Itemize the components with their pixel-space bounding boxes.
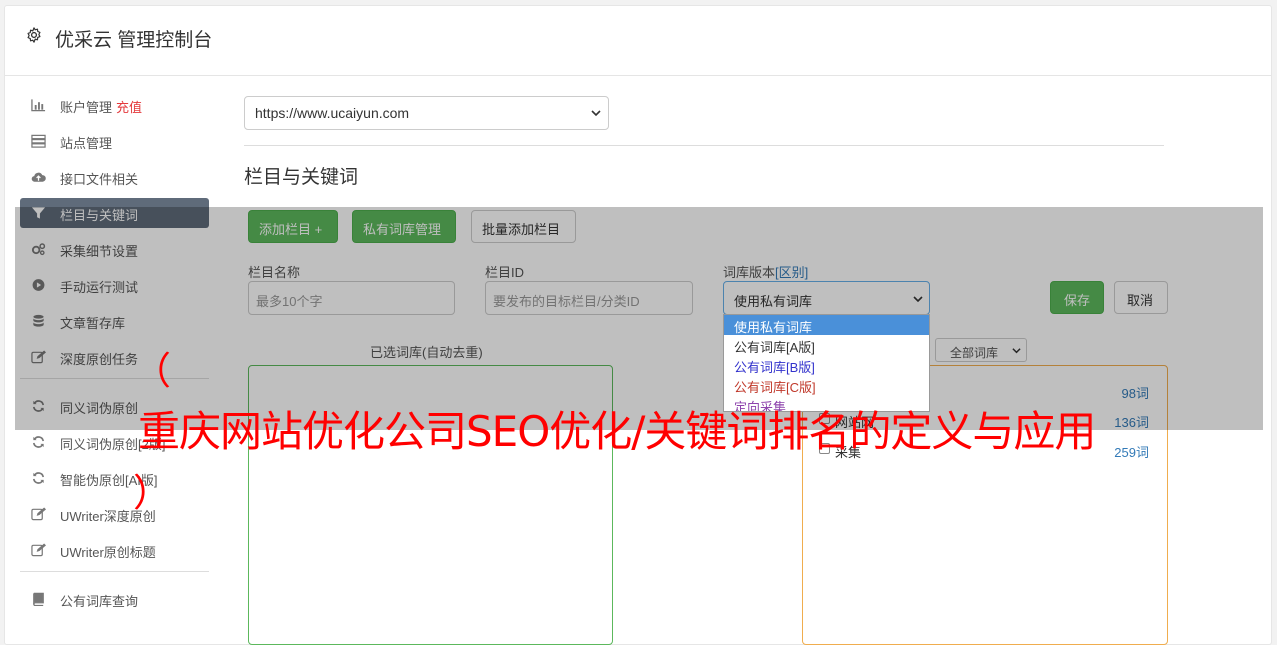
site-select[interactable]: https://www.ucaiyun.com: [244, 96, 609, 130]
page-header: 优采云 管理控制台: [5, 6, 1271, 76]
dropdown-option[interactable]: 公有词库[C版]: [724, 375, 929, 395]
edit-icon: [31, 543, 46, 557]
overlay-headline: 重庆网站优化公司SEO优化/关键词排名的定义与应用: [138, 407, 1096, 456]
sidebar-item-label: 接口文件相关: [60, 172, 139, 187]
edit-icon: [31, 507, 46, 521]
book-icon: [33, 592, 44, 606]
site-select-value: https://www.ucaiyun.com: [255, 105, 410, 121]
gear-icon: [27, 27, 41, 43]
sidebar-item-sites[interactable]: 站点管理: [20, 126, 209, 156]
dropdown-option[interactable]: 公有词库[B版]: [724, 355, 929, 375]
overlay-open-paren: （: [133, 349, 172, 393]
section-title: 栏目与关键词: [244, 167, 359, 188]
dropdown-option[interactable]: 公有词库[A版]: [724, 335, 929, 355]
server-icon: [31, 134, 46, 148]
sidebar-item-label: 账户管理: [60, 100, 113, 115]
cloud-upload-icon: [31, 172, 46, 182]
dim-overlay: [15, 207, 1263, 430]
sidebar-divider: [20, 571, 209, 572]
section-divider: [244, 145, 1164, 146]
refresh-icon: [32, 472, 45, 484]
chevron-down-icon: [591, 110, 601, 117]
dropdown-option[interactable]: 使用私有词库: [724, 315, 929, 335]
page-title: 优采云 管理控制台: [55, 30, 213, 51]
sidebar-item-uwriter-title[interactable]: UWriter原创标题: [20, 535, 209, 565]
overlay-close-paren: ）: [133, 471, 172, 515]
bar-chart-icon: [31, 99, 46, 112]
sidebar-item-label: UWriter原创标题: [60, 545, 156, 560]
sidebar-item-interface-files[interactable]: 接口文件相关: [20, 162, 209, 192]
sidebar-item-label: 公有词库查询: [60, 594, 139, 609]
sidebar-item-ai-rewrite[interactable]: 智能伪原创[AI版]: [20, 463, 209, 493]
lib-count: 259词: [1114, 445, 1149, 460]
sidebar-item-account[interactable]: 账户管理 充值: [20, 90, 209, 120]
refresh-icon: [32, 436, 45, 448]
sidebar-item-uwriter-deep[interactable]: UWriter深度原创: [20, 499, 209, 529]
recharge-link[interactable]: 充值: [116, 100, 142, 115]
sidebar-item-label: 站点管理: [60, 136, 113, 151]
sidebar-item-public-lib-query[interactable]: 公有词库查询: [20, 584, 209, 614]
